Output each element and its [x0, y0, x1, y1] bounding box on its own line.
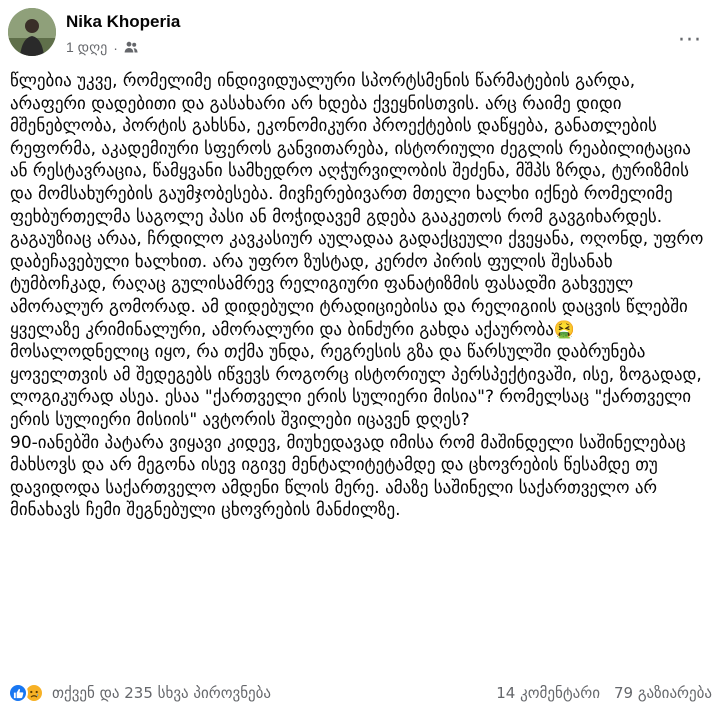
post-text: წლებია უკვე, რომელიმე ინდივიდუალური სპორ…	[10, 70, 710, 522]
avatar-photo-icon	[8, 8, 56, 56]
reactions-icons[interactable]	[8, 683, 44, 703]
post-footer: თქვენ და 235 სხვა პიროვნება 14 კომენტარი…	[8, 678, 712, 708]
separator-dot: ·	[113, 39, 118, 56]
post-meta: 1 დღე ·	[66, 39, 138, 56]
avatar[interactable]	[8, 8, 56, 56]
author-name[interactable]: Nika Khoperia	[66, 12, 180, 32]
shares-count[interactable]: 79 გაზიარება	[614, 684, 712, 702]
friends-icon[interactable]	[124, 40, 138, 56]
post-paragraph: წლებია უკვე, რომელიმე ინდივიდუალური სპორ…	[10, 71, 704, 340]
post-paragraph: მოსალოდნელიც იყო, რა თქმა უნდა, რეგრესის…	[10, 342, 702, 430]
post-header: Nika Khoperia 1 დღე · ···	[8, 8, 712, 64]
reactions-count[interactable]: თქვენ და 235 სხვა პიროვნება	[52, 684, 271, 702]
post-time[interactable]: 1 დღე	[66, 39, 107, 56]
post-paragraph: 90-იანებში პატარა ვიყავი კიდევ, მიუხედავ…	[10, 432, 686, 521]
comments-count[interactable]: 14 კომენტარი	[496, 684, 600, 702]
more-options-icon[interactable]: ···	[672, 22, 708, 58]
like-reaction-icon	[8, 683, 28, 703]
